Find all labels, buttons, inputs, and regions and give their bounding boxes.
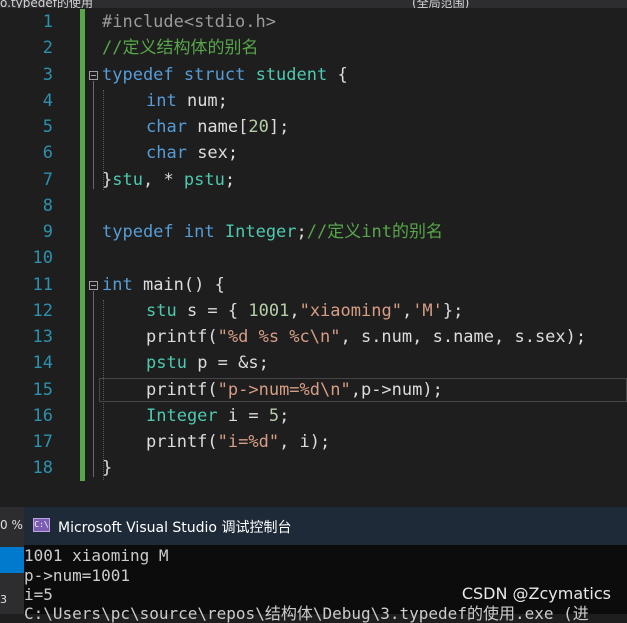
code-editor[interactable]: 1 2 3 4 5 6 7 8 9 10 11 12 13 14 15 16 1… (0, 8, 627, 482)
code-line-14: pstu p = &s; (146, 353, 269, 373)
fold-guide (93, 291, 94, 477)
line-number: 6 (42, 143, 53, 163)
line-number: 17 (32, 432, 53, 452)
watermark: CSDN @Zcymatics (461, 584, 611, 603)
code-line-5: char name[20]; (146, 117, 290, 137)
fold-guide (93, 81, 94, 189)
code-line-9: typedef int Integer;//定义int的别名 (102, 222, 443, 242)
console-title: Microsoft Visual Studio 调试控制台 (58, 520, 292, 536)
line-number: 8 (42, 196, 53, 216)
console-output-line: 1001 xiaoming M (24, 546, 169, 565)
change-indicator-bar (80, 9, 85, 481)
zoom-level[interactable]: 0 % (0, 518, 23, 532)
collapse-icon[interactable] (89, 281, 98, 290)
line-number: 16 (32, 406, 53, 426)
collapse-icon[interactable] (89, 71, 98, 80)
line-number: 4 (42, 91, 53, 111)
code-line-6: char sex; (146, 143, 239, 163)
line-number: 9 (42, 222, 53, 242)
line-number: 5 (42, 117, 53, 137)
code-line-4: int num; (146, 91, 228, 111)
code-line-17: printf("i=%d", i); (146, 432, 331, 452)
line-number: 14 (32, 353, 53, 373)
code-line-12: stu s = { 1001,"xiaoming",'M'}; (146, 301, 464, 321)
console-app-icon: C:\ (33, 518, 50, 532)
code-line-18: } (102, 458, 113, 478)
line-number: 1 (42, 12, 53, 32)
code-line-1: #include<stdio.h> (102, 12, 276, 32)
editor-top-bar: o.typedef的使用 (全局范围) (0, 0, 627, 8)
line-number: 3 (42, 65, 53, 85)
active-indicator (0, 547, 24, 573)
line-number: 11 (32, 275, 53, 295)
code-line-15: printf("p->num=%d\n",p->num); (146, 380, 443, 400)
line-number: 7 (42, 170, 53, 190)
scope-dropdown[interactable]: (全局范围) (412, 0, 469, 8)
line-number: 12 (32, 301, 53, 321)
line-number: 13 (32, 327, 53, 347)
code-line-11: int main() { (102, 275, 225, 295)
file-tab[interactable]: o.typedef的使用 (0, 0, 93, 8)
line-number: 18 (32, 458, 53, 478)
line-number: 10 (32, 248, 53, 268)
code-line-2: //定义结构体的别名 (102, 38, 259, 58)
code-line-3: typedef struct student { (102, 65, 348, 85)
code-line-7: }stu, * pstu; (102, 170, 236, 190)
line-number: 15 (32, 380, 53, 400)
left-status-strip: 0 % 3 (0, 507, 24, 614)
line-number: 2 (42, 38, 53, 58)
code-line-16: Integer i = 5; (146, 406, 290, 426)
console-output-line: i=5 (24, 585, 53, 604)
console-output-line: p->num=1001 (24, 566, 130, 585)
strip-label: 3 (0, 593, 7, 606)
code-line-13: printf("%d %s %c\n", s.num, s.name, s.se… (146, 327, 587, 347)
console-title-bar[interactable]: C:\ Microsoft Visual Studio 调试控制台 (24, 507, 627, 545)
